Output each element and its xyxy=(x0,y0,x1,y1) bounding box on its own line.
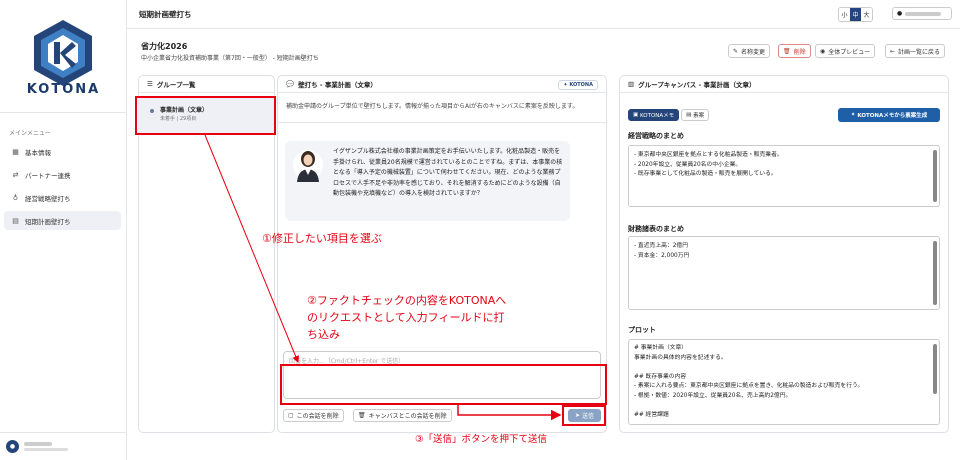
divider xyxy=(277,122,606,123)
sidebar-item-basic-info[interactable]: ▦ 基本情報 xyxy=(4,142,121,161)
annotation-step2-line3: ち込み xyxy=(307,328,340,341)
sidebar: KOTONA メインメニュー ▦ 基本情報 ⇄ パートナー連携 ♁ 経営戦略壁打… xyxy=(0,0,127,460)
rename-button[interactable]: ✎ 名称変更 xyxy=(728,44,771,58)
preview-label: 全体プレビュー xyxy=(828,48,871,56)
group-panel-header: ☰ グループ一覧 xyxy=(139,76,274,93)
assistant-message-text: イグザンプル株式会社様の事業計画策定をお手伝いいたします。化粧品製造・販売を手掛… xyxy=(333,148,563,197)
group-panel-title: グループ一覧 xyxy=(156,81,196,89)
chat-panel-header: 💬 壁打ち - 事業計画（文章） xyxy=(278,76,606,93)
delete-canvas-label: キャンバスとこの会話を削除 xyxy=(368,413,447,420)
font-size-toggle: 小 中 大 xyxy=(838,7,873,22)
building-icon: ▦ xyxy=(12,147,19,156)
user-menu-button[interactable]: ● xyxy=(892,7,952,20)
tab-label: KOTONAメモ xyxy=(639,113,675,119)
sparkle-icon: ✦ xyxy=(563,82,568,88)
partner-icon: ⇄ xyxy=(12,170,19,179)
back-label: 計画一覧に戻る xyxy=(898,48,941,56)
chat-icon: 💬 xyxy=(286,80,295,88)
memo-text: - 東京都中央区銀座を拠点とする化粧品製造・販売業者。 - 2020年設立、従業… xyxy=(634,152,783,177)
annotation-step3: ③「送信」ボタンを押下て送信 xyxy=(415,434,548,445)
delete-conversation-button[interactable]: ▢ この会話を削除 xyxy=(283,409,344,422)
project-subtitle: 中小企業省力化投資補助事業（第7回・一般型） - 短期計画壁打ち xyxy=(141,55,319,62)
page-title: 短期計画壁打ち xyxy=(139,10,192,19)
annotation-step2-line1: ②ファクトチェックの内容をKOTONAへ xyxy=(307,294,507,307)
arrow-left-icon: ← xyxy=(890,47,896,55)
tab-kotona-memo[interactable]: ▣ KOTONAメモ xyxy=(628,109,680,121)
eye-icon: ◉ xyxy=(820,47,826,55)
section-label: 財務諸表のまとめ xyxy=(628,225,684,233)
avatar: ● xyxy=(6,440,19,453)
delete-label: 削除 xyxy=(793,48,806,56)
scrollbar[interactable] xyxy=(933,150,937,202)
font-size-large[interactable]: 大 xyxy=(861,8,872,21)
sidebar-item-label: 短期計画壁打ち xyxy=(25,217,71,226)
chat-delete-icon: ▢ xyxy=(288,412,294,419)
sidebar-item-partner[interactable]: ⇄ パートナー連携 xyxy=(4,165,121,184)
delete-conversation-label: この会話を削除 xyxy=(296,413,339,420)
section-label: 経営戦略のまとめ xyxy=(628,132,684,140)
draft-icon: ▤ xyxy=(686,112,692,118)
rename-label: 名称変更 xyxy=(741,48,766,56)
back-to-list-button[interactable]: ← 計画一覧に戻る xyxy=(885,44,946,58)
memo-text: - 直近売上高：2億円 - 資本金：2,000万円 xyxy=(634,243,690,259)
generate-draft-label: KOTONAメモから素案生成 xyxy=(857,113,928,119)
sidebar-item-label: 基本情報 xyxy=(25,148,51,157)
font-size-medium[interactable]: 中 xyxy=(850,8,861,21)
tab-label: 素案 xyxy=(693,113,705,119)
canvas-icon: ▥ xyxy=(628,80,635,88)
memo-icon: ▣ xyxy=(633,112,639,118)
preview-button[interactable]: ◉ 全体プレビュー xyxy=(815,44,876,58)
kotona-badge-label: KOTONA xyxy=(569,82,593,88)
trash-icon: 🗑 xyxy=(358,412,366,419)
sparkle-icon: ✦ xyxy=(850,112,856,118)
annotation-step2-line2: のリクエストとして入力フィールドに打 xyxy=(307,311,505,324)
font-size-small[interactable]: 小 xyxy=(839,8,850,21)
canvas-panel-header: ▥ グループキャンバス - 事業計画（文章） xyxy=(620,76,948,93)
generate-draft-button[interactable]: ✦ KOTONAメモから素案生成 xyxy=(838,108,940,122)
divider xyxy=(0,112,127,113)
sidebar-item-strategy[interactable]: ♁ 経営戦略壁打ち xyxy=(4,188,121,207)
memo-text: # 事業計画（文章） 事業計画の具体的内容を記述する。 ## 既存事業の内容 -… xyxy=(634,345,864,418)
trash-icon: 🗑 xyxy=(783,47,791,55)
annotation-step1: ①修正したい項目を選ぶ xyxy=(262,232,382,245)
user-icon: ● xyxy=(897,10,903,17)
delete-canvas-and-conversation-button[interactable]: 🗑 キャンバスとこの会話を削除 xyxy=(353,409,452,422)
tab-draft[interactable]: ▤ 素案 xyxy=(681,109,710,121)
scrollbar[interactable] xyxy=(933,241,937,305)
scrollbar[interactable] xyxy=(933,344,937,394)
sidebar-item-short-plan[interactable]: ▤ 短期計画壁打ち xyxy=(4,211,121,230)
highlight-input-field xyxy=(280,364,607,405)
section-label: プロット xyxy=(628,326,656,334)
list-icon: ☰ xyxy=(147,80,153,88)
project-title: 省力化2026 xyxy=(141,42,188,51)
canvas-tabs: ▣ KOTONAメモ ▤ 素案 xyxy=(628,109,710,121)
top-bar: 短期計画壁打ち 小 中 大 ● xyxy=(127,0,960,29)
logo-text: KOTONA xyxy=(26,82,101,97)
sidebar-item-label: パートナー連携 xyxy=(25,171,71,180)
chat-description: 補助金申請のグループ単位で壁打ちします。情報が揃った項目からAIが右のキャンバス… xyxy=(286,103,579,110)
kotona-logo xyxy=(34,20,92,86)
lightbulb-icon: ♁ xyxy=(12,193,19,202)
user-info-redacted xyxy=(24,442,68,451)
kotona-badge: ✦ KOTONA xyxy=(558,80,598,90)
delete-button[interactable]: 🗑 削除 xyxy=(778,44,811,58)
pencil-icon: ✎ xyxy=(733,47,739,55)
chat-panel-title: 壁打ち - 事業計画（文章） xyxy=(298,81,377,89)
highlight-send-button xyxy=(562,405,606,426)
menu-title: メインメニュー xyxy=(9,130,51,137)
sidebar-item-label: 経営戦略壁打ち xyxy=(25,194,71,203)
user-account[interactable]: ● xyxy=(0,432,127,460)
document-icon: ▤ xyxy=(12,216,19,225)
assistant-avatar xyxy=(293,150,323,182)
canvas-panel-title: グループキャンバス - 事業計画（文章） xyxy=(638,81,756,89)
highlight-group-item xyxy=(135,96,276,135)
